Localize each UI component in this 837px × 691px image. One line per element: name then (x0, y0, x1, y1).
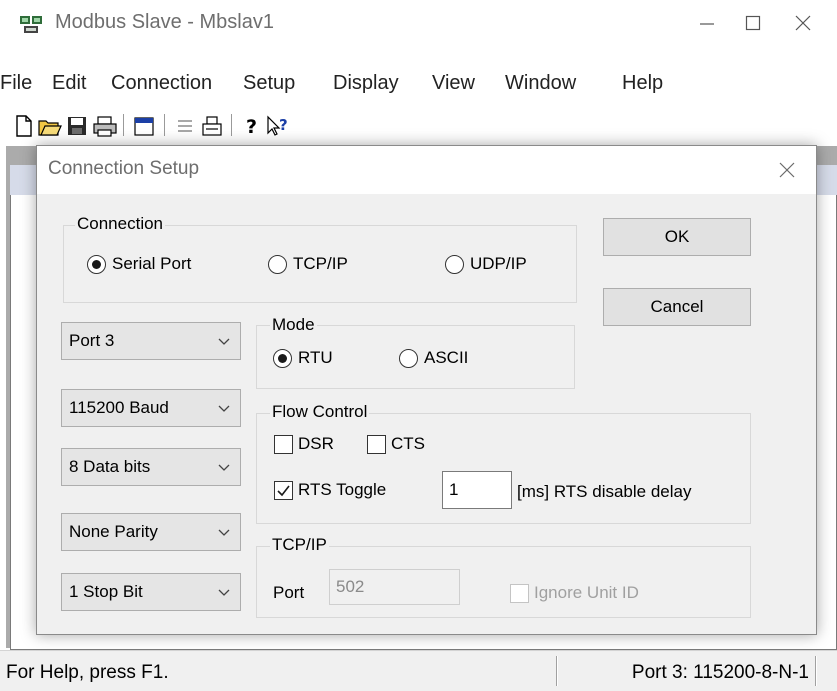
menu-bar: File Edit Connection Setup Display View … (0, 72, 837, 106)
checkbox-rts-toggle[interactable]: RTS Toggle (274, 480, 386, 500)
checkbox-indicator (367, 434, 386, 454)
status-divider (815, 656, 817, 686)
checkbox-ignore-unit-id-label: Ignore Unit ID (534, 583, 639, 602)
tcpip-port-input[interactable]: 502 (329, 569, 460, 605)
status-port-text: Port 3: 115200-8-N-1 (631, 662, 809, 683)
chevron-down-icon (218, 464, 230, 471)
help-icon[interactable]: ? (243, 115, 263, 137)
rts-delay-input[interactable]: 1 (442, 471, 512, 509)
radio-tcp-ip-label: TCP/IP (293, 254, 348, 273)
baud-select-value: 115200 Baud (69, 398, 169, 417)
toolbar-separator (231, 114, 232, 136)
printer-icon[interactable] (202, 115, 222, 137)
menu-help[interactable]: Help (622, 72, 663, 95)
mode-group-label: Mode (270, 315, 317, 335)
close-icon (795, 15, 811, 31)
open-folder-icon[interactable] (38, 115, 62, 137)
dialog-close-button[interactable] (767, 154, 807, 186)
radio-tcp-ip[interactable]: TCP/IP (268, 254, 348, 274)
connection-setup-dialog: Connection Setup Connection Serial Port … (36, 145, 817, 635)
stop-bits-select-value: 1 Stop Bit (69, 582, 143, 601)
port-select-value: Port 3 (69, 331, 115, 350)
checkbox-indicator (274, 480, 293, 500)
close-button[interactable] (780, 6, 826, 40)
tcpip-port-label: Port (273, 583, 305, 602)
radio-indicator (268, 254, 287, 274)
tcpip-group-label: TCP/IP (270, 535, 329, 555)
radio-ascii-label: ASCII (424, 348, 469, 367)
context-help-icon[interactable]: ? (266, 115, 292, 137)
radio-rtu[interactable]: RTU (273, 348, 333, 368)
data-bits-select-value: 8 Data bits (69, 457, 151, 476)
radio-rtu-label: RTU (298, 348, 333, 367)
menu-edit[interactable]: Edit (52, 72, 86, 95)
list-icon[interactable] (175, 115, 195, 137)
menu-display[interactable]: Display (333, 72, 399, 95)
radio-udp-ip-label: UDP/IP (470, 254, 527, 273)
checkbox-ignore-unit-id[interactable]: Ignore Unit ID (510, 583, 639, 603)
stop-bits-select[interactable]: 1 Stop Bit (61, 573, 241, 611)
ok-button[interactable]: OK (603, 218, 751, 256)
radio-indicator (445, 254, 464, 274)
menu-connection[interactable]: Connection (111, 72, 212, 95)
menu-window[interactable]: Window (505, 72, 576, 95)
checkbox-dsr-label: DSR (298, 434, 334, 453)
chevron-down-icon (218, 589, 230, 596)
new-file-icon[interactable] (14, 115, 34, 137)
maximize-button[interactable] (730, 6, 776, 40)
radio-udp-ip[interactable]: UDP/IP (445, 254, 527, 274)
connection-group-label: Connection (75, 214, 166, 234)
radio-serial-port[interactable]: Serial Port (87, 254, 191, 274)
baud-select[interactable]: 115200 Baud (61, 389, 241, 427)
svg-text:?: ? (279, 116, 288, 134)
save-icon[interactable] (67, 115, 87, 137)
chevron-down-icon (218, 529, 230, 536)
maximize-icon (745, 15, 761, 31)
toolbar-separator (123, 114, 124, 136)
rts-delay-label: [ms] RTS disable delay (517, 482, 692, 501)
checkbox-rts-toggle-label: RTS Toggle (298, 480, 387, 499)
status-help-text: For Help, press F1. (6, 662, 169, 683)
parity-select-value: None Parity (69, 522, 158, 541)
parity-select[interactable]: None Parity (61, 513, 241, 551)
print-icon[interactable] (93, 115, 117, 137)
app-icon (20, 16, 42, 33)
radio-serial-port-label: Serial Port (112, 254, 192, 273)
minimize-icon (700, 23, 714, 25)
chevron-down-icon (218, 338, 230, 345)
checkbox-indicator (510, 583, 529, 603)
checkmark-icon (277, 485, 290, 496)
cancel-button[interactable]: Cancel (603, 288, 751, 326)
status-divider (556, 656, 558, 686)
flow-control-group-label: Flow Control (270, 402, 370, 422)
minimize-button[interactable] (684, 6, 730, 40)
checkbox-indicator (274, 434, 293, 454)
close-icon (779, 162, 795, 178)
dialog-title: Connection Setup (48, 158, 200, 179)
toolbar-separator (164, 114, 165, 136)
svg-text:?: ? (246, 116, 257, 137)
toolbar: ? ? (0, 106, 837, 144)
radio-ascii[interactable]: ASCII (399, 348, 468, 368)
data-bits-select[interactable]: 8 Data bits (61, 448, 241, 486)
menu-view[interactable]: View (432, 72, 475, 95)
radio-indicator (87, 254, 106, 274)
checkbox-cts-label: CTS (391, 434, 425, 453)
radio-indicator (399, 348, 418, 368)
chevron-down-icon (218, 405, 230, 412)
checkbox-cts[interactable]: CTS (367, 434, 425, 454)
menu-setup[interactable]: Setup (243, 72, 295, 95)
checkbox-dsr[interactable]: DSR (274, 434, 334, 454)
window-icon[interactable] (134, 115, 154, 137)
menu-file[interactable]: File (0, 72, 32, 95)
radio-indicator (273, 348, 292, 368)
window-title: Modbus Slave - Mbslav1 (55, 11, 274, 33)
port-select[interactable]: Port 3 (61, 322, 241, 360)
